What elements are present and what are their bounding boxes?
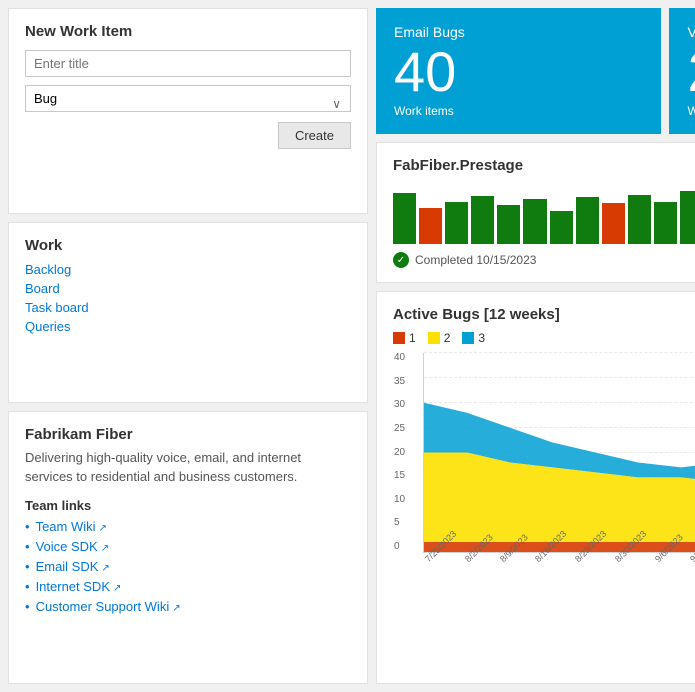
list-item: Voice SDK↗: [25, 539, 351, 554]
work-links: Backlog Board Task board Queries: [25, 262, 351, 334]
bar: [550, 211, 573, 244]
y-label: 15: [394, 471, 405, 481]
email-bugs-subtitle: Work items: [394, 104, 643, 118]
bar: [654, 202, 677, 244]
voice-bugs-title: Voice Bugs: [687, 24, 695, 40]
prestage-title: FabFiber.Prestage: [393, 157, 695, 174]
team-link[interactable]: Internet SDK↗: [36, 579, 122, 594]
legend: 1 2 3: [393, 331, 695, 345]
voice-bugs-subtitle: Work items: [687, 104, 695, 118]
external-link-icon: ↗: [99, 523, 107, 534]
team-link[interactable]: Customer Support Wiki↗: [36, 599, 181, 614]
bar: [419, 208, 442, 244]
area-chart: [424, 353, 695, 552]
email-bugs-title: Email Bugs: [394, 24, 643, 40]
bar: [602, 203, 625, 244]
legend-color: [462, 332, 474, 344]
team-link[interactable]: Team Wiki↗: [36, 519, 107, 534]
external-link-icon: ↗: [101, 563, 109, 574]
work-link[interactable]: Queries: [25, 319, 351, 334]
team-links-list: Team Wiki↗ Voice SDK↗ Email SDK↗ Internet S…: [25, 519, 351, 614]
voice-bugs-count: 21: [687, 44, 695, 100]
tiles-row: Email Bugs 40 Work items Voice Bugs 21 W…: [376, 8, 695, 134]
y-axis: 0 5 10 15 20 25 30 35 40: [394, 353, 405, 552]
active-bugs-title: Active Bugs [12 weeks]: [393, 306, 695, 323]
legend-item: 1: [393, 331, 416, 345]
check-icon: ✓: [393, 252, 409, 268]
y-label: 30: [394, 400, 405, 410]
bar: [393, 193, 416, 244]
fabrikam-title: Fabrikam Fiber: [25, 426, 351, 443]
legend-label: 3: [478, 331, 485, 345]
fabrikam-panel: Fabrikam Fiber Delivering high-quality v…: [8, 411, 368, 684]
work-link[interactable]: Backlog: [25, 262, 351, 277]
bar: [628, 195, 651, 244]
email-bugs-tile[interactable]: Email Bugs 40 Work items: [376, 8, 661, 134]
external-link-icon: ↗: [101, 543, 109, 554]
email-bugs-count: 40: [394, 44, 643, 100]
bar: [576, 197, 599, 244]
team-links-title: Team links: [25, 498, 351, 513]
bar: [523, 199, 546, 244]
prestage-bar-chart: [393, 184, 695, 244]
y-label: 0: [394, 542, 405, 552]
create-button[interactable]: Create: [278, 122, 351, 149]
new-work-item-panel: New Work Item Bug Task User Story Featur…: [8, 8, 368, 214]
external-link-icon: ↗: [113, 583, 121, 594]
type-select[interactable]: Bug Task User Story Feature Epic: [25, 85, 351, 112]
y-label: 25: [394, 424, 405, 434]
legend-color: [428, 332, 440, 344]
voice-bugs-tile[interactable]: Voice Bugs 21 Work items: [669, 8, 695, 134]
work-link[interactable]: Board: [25, 281, 351, 296]
team-link[interactable]: Email SDK↗: [36, 559, 110, 574]
legend-label: 2: [444, 331, 451, 345]
legend-item: 2: [428, 331, 451, 345]
bar: [497, 205, 520, 244]
completed-row: ✓ Completed 10/15/2023: [393, 252, 695, 268]
external-link-icon: ↗: [172, 603, 180, 614]
bar: [680, 191, 695, 244]
legend-color: [393, 332, 405, 344]
list-item: Team Wiki↗: [25, 519, 351, 534]
bar: [471, 196, 494, 244]
active-bugs-panel: Active Bugs [12 weeks] 1 2 3 0 5 10 15 20 25 30 3…: [376, 291, 695, 684]
x-labels: 7/25/20238/2/20238/9/20238/16/20238/23/2…: [423, 557, 695, 567]
bar: [445, 202, 468, 244]
right-column: Email Bugs 40 Work items Voice Bugs 21 W…: [376, 8, 695, 684]
list-item: Internet SDK↗: [25, 579, 351, 594]
team-link[interactable]: Voice SDK↗: [36, 539, 110, 554]
fabrikam-description: Delivering high-quality voice, email, an…: [25, 449, 351, 485]
y-label: 10: [394, 495, 405, 505]
chart-area: 0510152025303540: [423, 353, 695, 553]
y-label: 40: [394, 353, 405, 363]
new-work-item-title: New Work Item: [25, 23, 351, 40]
work-panel: Work Backlog Board Task board Queries: [8, 222, 368, 403]
list-item: Email SDK↗: [25, 559, 351, 574]
title-input[interactable]: [25, 50, 351, 77]
legend-label: 1: [409, 331, 416, 345]
list-item: Customer Support Wiki↗: [25, 599, 351, 614]
y-label: 35: [394, 377, 405, 387]
y-label: 5: [394, 518, 405, 528]
prestage-panel: FabFiber.Prestage ✓ Completed 10/15/2023: [376, 142, 695, 283]
legend-item: 3: [462, 331, 485, 345]
y-label: 20: [394, 448, 405, 458]
completed-text: Completed 10/15/2023: [415, 253, 536, 267]
work-link[interactable]: Task board: [25, 300, 351, 315]
work-title: Work: [25, 237, 351, 254]
